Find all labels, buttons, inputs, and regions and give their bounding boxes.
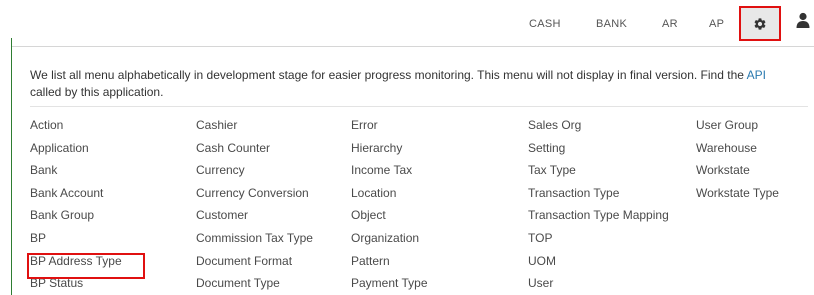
menu-item[interactable]: TOP (528, 231, 552, 245)
menu-item[interactable]: Location (351, 186, 396, 200)
menu-item[interactable]: Sales Org (528, 118, 581, 132)
menu-item[interactable]: Pattern (351, 254, 390, 268)
menu-item[interactable]: User Group (696, 118, 758, 132)
menu-item[interactable]: Bank (30, 163, 57, 177)
menu-item[interactable]: Application (30, 141, 89, 155)
menu-item[interactable]: Bank Account (30, 186, 103, 200)
menu-item[interactable]: Organization (351, 231, 419, 245)
menu-item[interactable]: Transaction Type Mapping (528, 208, 669, 222)
menu-item[interactable]: Setting (528, 141, 565, 155)
gear-icon (754, 17, 766, 30)
menu-item[interactable]: Warehouse (696, 141, 757, 155)
menu-item[interactable]: Action (30, 118, 63, 132)
menu-item[interactable]: BP (30, 231, 46, 245)
nav-link-bank[interactable]: BANK (596, 18, 627, 30)
menu-item[interactable]: Cashier (196, 118, 237, 132)
menu-item[interactable]: Income Tax (351, 163, 412, 177)
settings-button[interactable] (739, 6, 781, 41)
top-navigation-bar: CASH BANK AR AP (0, 0, 814, 46)
api-link[interactable]: API (747, 68, 766, 82)
menu-item[interactable]: Currency (196, 163, 245, 177)
menu-item[interactable]: Payment Type (351, 276, 428, 290)
intro-text-after: called by this application. (30, 85, 164, 99)
intro-text: We list all menu alphabetically in devel… (30, 67, 790, 101)
menu-item[interactable]: Workstate Type (696, 186, 779, 200)
user-button[interactable] (796, 12, 814, 34)
menu-item[interactable]: Document Type (196, 276, 280, 290)
menu-item[interactable]: Cash Counter (196, 141, 270, 155)
nav-link-ar[interactable]: AR (662, 18, 678, 30)
menu-item[interactable]: User (528, 276, 553, 290)
menu-item[interactable]: Object (351, 208, 386, 222)
menu-item[interactable]: Error (351, 118, 378, 132)
menu-item[interactable]: UOM (528, 254, 556, 268)
menu-item[interactable]: Currency Conversion (196, 186, 309, 200)
settings-menu-panel: We list all menu alphabetically in devel… (12, 46, 814, 295)
page: CASH BANK AR AP We list all menu alphabe… (0, 0, 814, 295)
menu-item[interactable]: BP Status (30, 276, 83, 290)
intro-text-before: We list all menu alphabetically in devel… (30, 68, 747, 82)
nav-link-ap[interactable]: AP (709, 18, 724, 30)
menu-item[interactable]: Document Format (196, 254, 292, 268)
menu-item[interactable]: Tax Type (528, 163, 576, 177)
menu-item[interactable]: Bank Group (30, 208, 94, 222)
menu-item[interactable]: Workstate (696, 163, 750, 177)
divider (30, 106, 808, 107)
nav-link-cash[interactable]: CASH (529, 18, 561, 30)
menu-item[interactable]: Transaction Type (528, 186, 619, 200)
menu-item[interactable]: Customer (196, 208, 248, 222)
menu-item[interactable]: Hierarchy (351, 141, 402, 155)
menu-item[interactable]: Commission Tax Type (196, 231, 313, 245)
user-icon (796, 12, 810, 28)
menu-item[interactable]: BP Address Type (30, 254, 122, 268)
